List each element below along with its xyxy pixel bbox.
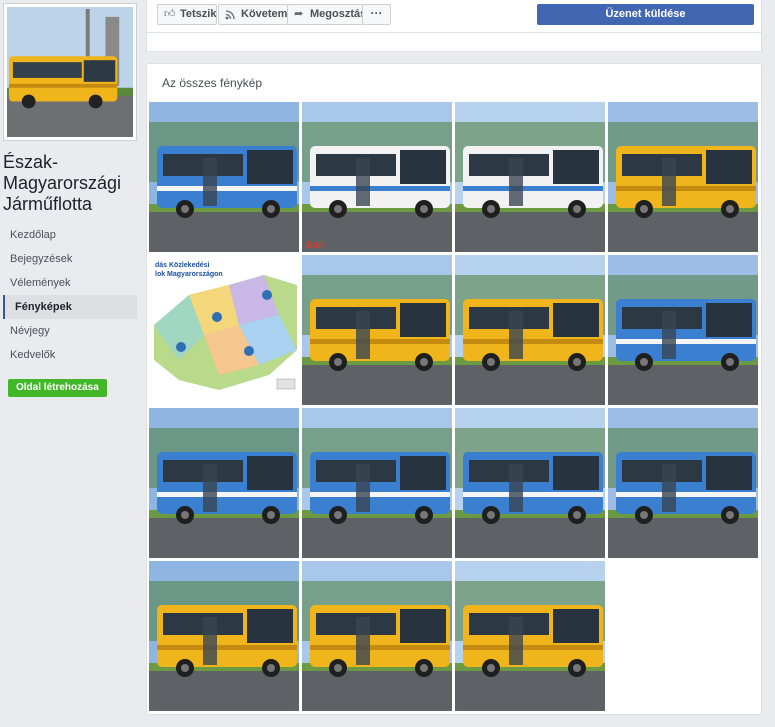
photo-thumbnail-yellow-bus[interactable]: [455, 255, 605, 405]
photo-image: [455, 561, 605, 711]
thumbs-up-icon: 👍︎: [164, 8, 176, 20]
photo-image: [302, 408, 452, 558]
nav-item-likes[interactable]: Kedvelők: [3, 343, 137, 367]
follow-label: Követem: [241, 8, 288, 20]
photo-thumbnail-yellow-bus[interactable]: [302, 255, 452, 405]
nav-item-home[interactable]: Kezdőlap: [3, 223, 137, 247]
photo-thumbnail-blue-bus[interactable]: [455, 408, 605, 558]
composer-card: [146, 33, 762, 52]
photo-thumbnail-white-bus[interactable]: Bolt: [302, 102, 452, 252]
photo-thumbnail-map[interactable]: dás Közlekedési lok Magyarországon: [149, 255, 299, 405]
photo-image: [455, 408, 605, 558]
photo-image: dás Közlekedési lok Magyarországon: [149, 255, 299, 405]
page-navigation: Kezdőlap Bejegyzések Vélemények Fényképe…: [3, 223, 137, 367]
page-title: Észak-Magyarországi Járműflotta: [3, 152, 122, 214]
nav-item-posts[interactable]: Bejegyzések: [3, 247, 137, 271]
photo-watermark: Bolt: [306, 240, 324, 250]
nav-item-reviews[interactable]: Vélemények: [3, 271, 137, 295]
photo-thumbnail-blue-bus[interactable]: [608, 408, 758, 558]
photo-image: [608, 255, 758, 405]
profile-picture[interactable]: [3, 3, 137, 141]
rss-icon: [225, 5, 235, 27]
create-page-button[interactable]: Oldal létrehozása: [8, 379, 107, 397]
photo-image: [455, 102, 605, 252]
photo-image: [608, 102, 758, 252]
action-bar: 👍︎ Tetszik Követem ➦ Megosztás ··· Üzene…: [146, 0, 762, 33]
photo-thumbnail-blue-bus[interactable]: [149, 102, 299, 252]
photo-thumbnail-blue-bus[interactable]: [149, 408, 299, 558]
photo-image: [149, 102, 299, 252]
profile-bus-image: [7, 7, 133, 137]
nav-item-photos[interactable]: Fényképek: [3, 295, 137, 319]
photo-image: [608, 408, 758, 558]
photo-image: [302, 255, 452, 405]
photo-thumbnail-yellow-bus[interactable]: [455, 561, 605, 711]
like-label: Tetszik: [180, 8, 217, 20]
share-arrow-icon: ➦: [294, 8, 304, 20]
like-button[interactable]: 👍︎ Tetszik: [157, 4, 217, 25]
nav-item-about[interactable]: Névjegy: [3, 319, 137, 343]
photo-image: [302, 561, 452, 711]
photo-image: Bolt: [302, 102, 452, 252]
follow-button[interactable]: Követem: [218, 4, 288, 25]
photos-section: Az összes fénykép Bolt dás Közlekedési l…: [146, 63, 762, 715]
share-label: Megosztás: [310, 8, 367, 20]
photo-image: [149, 408, 299, 558]
photo-thumbnail-blue-bus[interactable]: [302, 408, 452, 558]
photo-thumbnail-blue-bus[interactable]: [608, 255, 758, 405]
photo-thumbnail-white-bus[interactable]: [455, 102, 605, 252]
send-message-button[interactable]: Üzenet küldése: [537, 4, 754, 25]
photo-thumbnail-yellow-bus[interactable]: [608, 102, 758, 252]
photo-image: [455, 255, 605, 405]
photo-thumbnail-yellow-bus[interactable]: [149, 561, 299, 711]
map-caption: dás Közlekedési: [155, 262, 210, 269]
more-options-button[interactable]: ···: [362, 4, 391, 25]
photos-section-title: Az összes fénykép: [162, 76, 263, 90]
photo-image: [149, 561, 299, 711]
map-caption: lok Magyarországon: [155, 271, 223, 278]
photo-thumbnail-yellow-bus[interactable]: [302, 561, 452, 711]
share-button[interactable]: ➦ Megosztás: [287, 4, 367, 25]
